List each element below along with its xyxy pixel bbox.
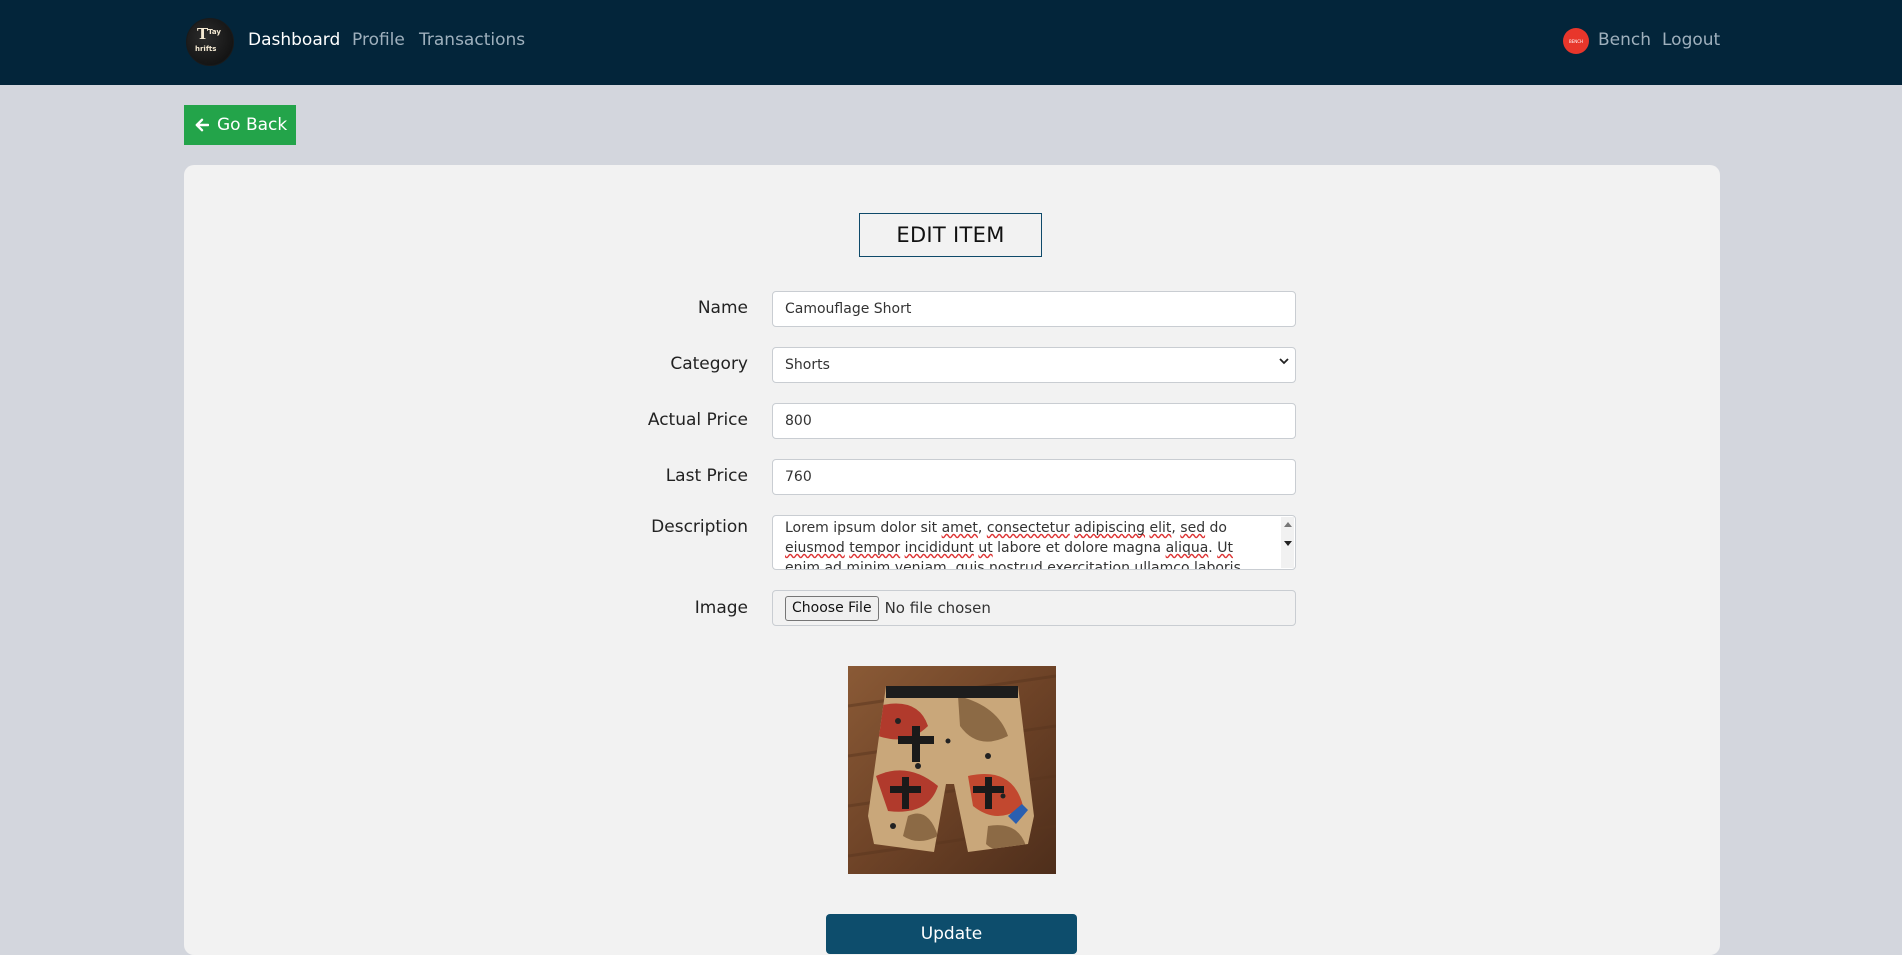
scroll-up-icon[interactable] xyxy=(1284,522,1292,527)
arrow-left-icon xyxy=(195,118,209,132)
nav-link-dashboard[interactable]: Dashboard xyxy=(248,30,340,50)
nav-link-transactions[interactable]: Transactions xyxy=(419,30,525,50)
category-select[interactable]: Shorts xyxy=(772,347,1296,383)
description-label: Description xyxy=(651,517,748,537)
nav-link-profile[interactable]: Profile xyxy=(352,30,405,50)
last-price-label: Last Price xyxy=(665,466,748,486)
file-status-text: No file chosen xyxy=(884,599,991,617)
nav-user-name[interactable]: Bench xyxy=(1598,30,1651,50)
logo-text-thrifts: hrifts xyxy=(195,45,217,53)
avatar-text: BENCH xyxy=(1568,38,1584,44)
actual-price-input[interactable] xyxy=(772,403,1296,439)
go-back-label: Go Back xyxy=(217,115,288,135)
scroll-down-icon[interactable] xyxy=(1284,541,1292,546)
user-avatar[interactable]: BENCH xyxy=(1563,28,1589,54)
description-textarea[interactable]: Lorem ipsum dolor sit amet, consectetur … xyxy=(772,515,1296,570)
chevron-down-icon xyxy=(1279,358,1289,365)
logo-text-t: T xyxy=(197,25,209,43)
actual-price-label: Actual Price xyxy=(647,410,748,430)
name-label: Name xyxy=(697,298,748,318)
top-navbar: T Tay hrifts Dashboard Profile Transacti… xyxy=(0,0,1902,85)
item-image-preview xyxy=(848,666,1056,874)
update-button[interactable]: Update xyxy=(826,914,1077,954)
choose-file-button[interactable]: Choose File xyxy=(785,595,879,621)
brand-logo[interactable]: T Tay hrifts xyxy=(186,18,234,66)
go-back-button[interactable]: Go Back xyxy=(184,105,296,145)
image-file-input[interactable]: Choose File No file chosen xyxy=(772,590,1296,626)
last-price-input[interactable] xyxy=(772,459,1296,495)
name-input[interactable] xyxy=(772,291,1296,327)
description-scrollbar[interactable] xyxy=(1281,517,1294,568)
camouflage-shorts-image xyxy=(848,666,1056,874)
logo-text-tay: Tay xyxy=(208,28,221,36)
category-label: Category xyxy=(670,354,748,374)
page-title: EDIT ITEM xyxy=(859,213,1042,257)
image-label: Image xyxy=(694,598,748,618)
nav-link-logout[interactable]: Logout xyxy=(1662,30,1720,50)
